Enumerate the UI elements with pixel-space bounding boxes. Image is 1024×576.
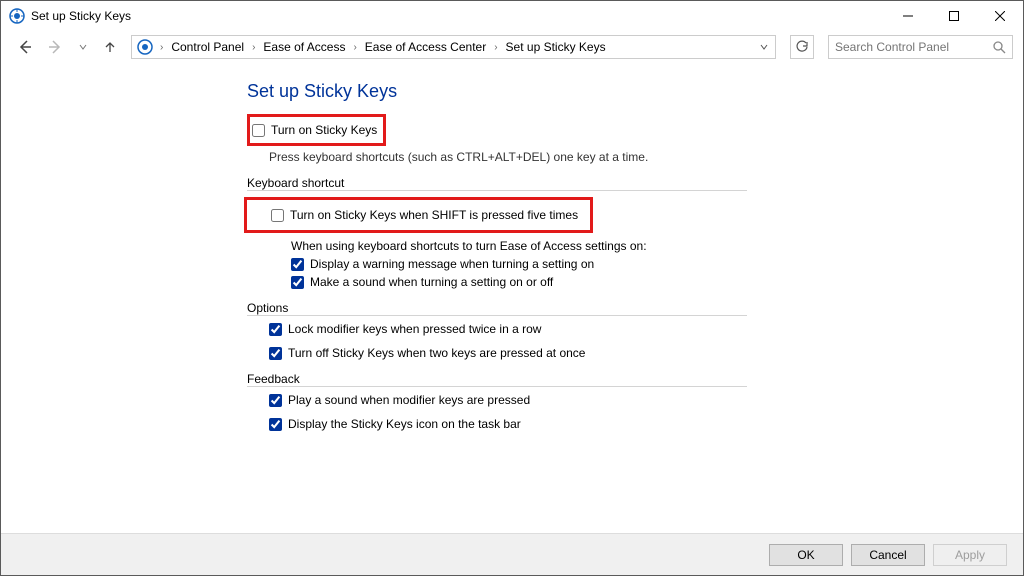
display-warning-checkbox[interactable] — [291, 258, 304, 271]
make-sound-label: Make a sound when turning a setting on o… — [310, 275, 553, 289]
display-warning-label: Display a warning message when turning a… — [310, 257, 594, 271]
search-box[interactable] — [828, 35, 1013, 59]
chevron-right-icon: › — [494, 42, 497, 53]
chevron-right-icon: › — [252, 42, 255, 53]
breadcrumb-set-up-sticky-keys[interactable]: Set up Sticky Keys — [504, 38, 608, 56]
highlight-shift-five-times: Turn on Sticky Keys when SHIFT is presse… — [244, 197, 593, 233]
control-panel-icon — [136, 38, 154, 56]
content-pane: Set up Sticky Keys Turn on Sticky Keys P… — [1, 63, 1023, 533]
chevron-right-icon: › — [353, 42, 356, 53]
lock-modifier-label: Lock modifier keys when pressed twice in… — [288, 322, 541, 336]
make-sound-checkbox[interactable] — [291, 276, 304, 289]
sticky-keys-description: Press keyboard shortcuts (such as CTRL+A… — [269, 150, 1023, 164]
shortcut-note: When using keyboard shortcuts to turn Ea… — [291, 239, 1023, 253]
section-feedback: Feedback — [247, 372, 747, 387]
search-input[interactable] — [835, 40, 992, 54]
shift-five-times-checkbox[interactable] — [271, 209, 284, 222]
window-controls — [885, 1, 1023, 31]
up-button[interactable] — [99, 36, 121, 58]
shift-five-times-label: Turn on Sticky Keys when SHIFT is presse… — [290, 208, 578, 222]
turn-on-sticky-keys-checkbox[interactable] — [252, 124, 265, 137]
play-sound-modifier-label: Play a sound when modifier keys are pres… — [288, 393, 530, 407]
ease-of-access-icon — [9, 8, 25, 24]
breadcrumb-ease-of-access-center[interactable]: Ease of Access Center — [363, 38, 488, 56]
minimize-button[interactable] — [885, 1, 931, 31]
titlebar: Set up Sticky Keys — [1, 1, 1023, 31]
breadcrumb-ease-of-access[interactable]: Ease of Access — [261, 38, 347, 56]
display-taskbar-icon-label: Display the Sticky Keys icon on the task… — [288, 417, 521, 431]
maximize-button[interactable] — [931, 1, 977, 31]
search-icon — [992, 40, 1006, 54]
breadcrumb-control-panel[interactable]: Control Panel — [169, 38, 246, 56]
window-title: Set up Sticky Keys — [31, 9, 131, 23]
navbar: › Control Panel › Ease of Access › Ease … — [1, 31, 1023, 63]
turn-on-sticky-keys-label: Turn on Sticky Keys — [271, 123, 377, 137]
forward-button[interactable] — [45, 36, 67, 58]
section-keyboard-shortcut: Keyboard shortcut — [247, 176, 747, 191]
highlight-turn-on-sticky-keys: Turn on Sticky Keys — [247, 114, 386, 146]
ok-button[interactable]: OK — [769, 544, 843, 566]
refresh-button[interactable] — [790, 35, 814, 59]
dialog-button-bar: OK Cancel Apply — [1, 533, 1023, 575]
display-taskbar-icon-checkbox[interactable] — [269, 418, 282, 431]
address-bar[interactable]: › Control Panel › Ease of Access › Ease … — [131, 35, 776, 59]
window: Set up Sticky Keys › Control Panel › Eas… — [0, 0, 1024, 576]
back-button[interactable] — [13, 36, 35, 58]
address-dropdown[interactable] — [757, 40, 771, 54]
play-sound-modifier-checkbox[interactable] — [269, 394, 282, 407]
recent-locations-dropdown[interactable] — [77, 36, 89, 58]
apply-button[interactable]: Apply — [933, 544, 1007, 566]
page-title: Set up Sticky Keys — [247, 81, 1023, 102]
chevron-right-icon: › — [160, 42, 163, 53]
section-options: Options — [247, 301, 747, 316]
turn-off-two-keys-label: Turn off Sticky Keys when two keys are p… — [288, 346, 585, 360]
close-button[interactable] — [977, 1, 1023, 31]
cancel-button[interactable]: Cancel — [851, 544, 925, 566]
turn-off-two-keys-checkbox[interactable] — [269, 347, 282, 360]
lock-modifier-checkbox[interactable] — [269, 323, 282, 336]
